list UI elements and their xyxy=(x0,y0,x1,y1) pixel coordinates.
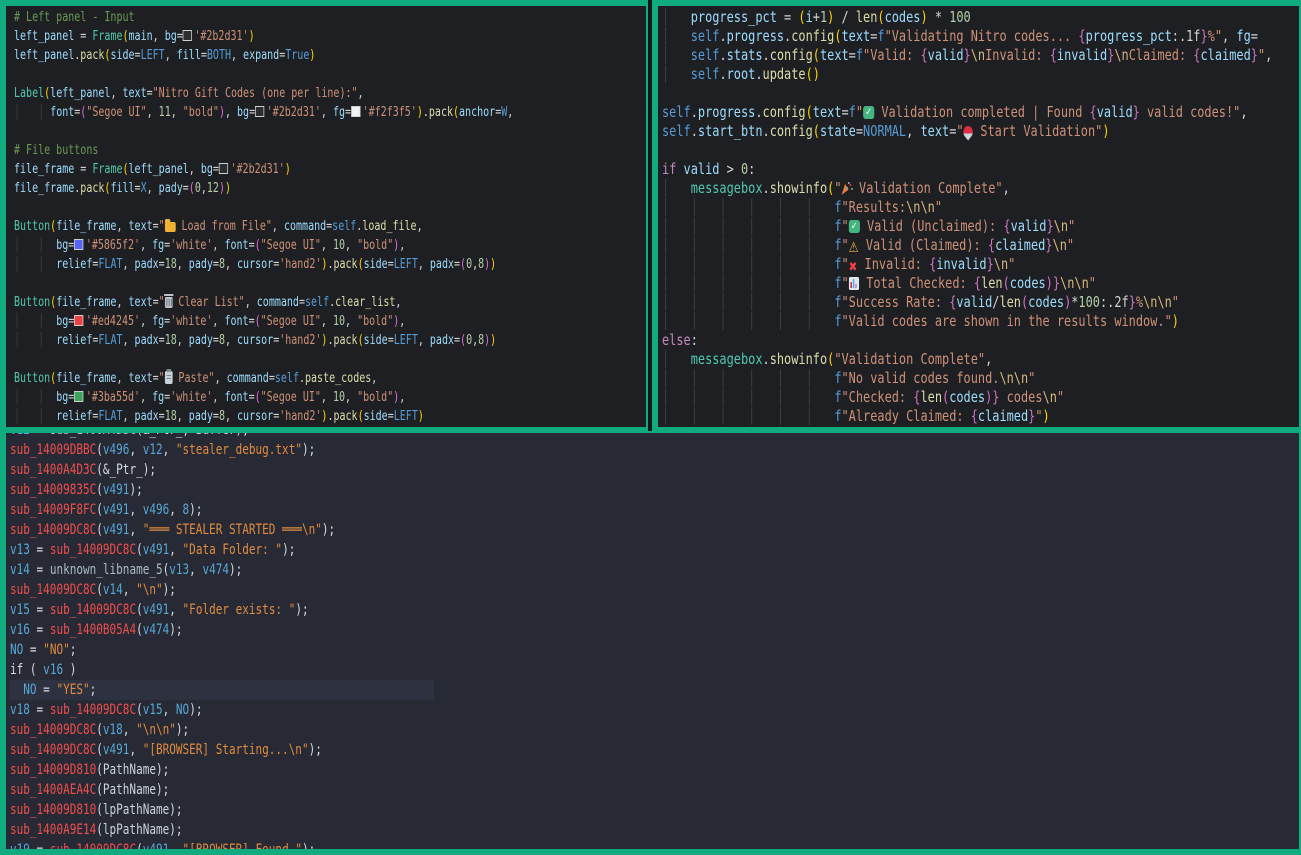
code-line: sub_14009F8FC(v491, v496, 8); xyxy=(10,500,990,520)
code-line: left_panel = Frame(main, bg='#2b2d31') xyxy=(14,27,501,46)
code-line xyxy=(14,198,501,217)
code-line: self.progress.config(text=f" Validation … xyxy=(662,103,1168,122)
code-line: │ │ │ │ │ │ f" Valid (Claimed): {claimed… xyxy=(662,236,1168,255)
code-line: │ │ │ │ │ │ f"Success Rate: {valid/len(c… xyxy=(662,293,1168,312)
clipboard-icon xyxy=(165,371,173,384)
code-line: │ │ bg='#3ba55d', fg='white', font=("Seg… xyxy=(14,388,501,407)
code-line: Button(file_frame, text=" Load from File… xyxy=(14,217,501,236)
code-line: sub_1400A9E14(lpPathName); xyxy=(10,820,990,840)
code-line: │ │ │ │ │ │ f"Already Claimed: {claimed}… xyxy=(662,407,1168,426)
code-line: │ │ relief=FLAT, padx=18, pady=8, cursor… xyxy=(14,255,501,274)
color-chip xyxy=(219,163,228,174)
code-line: v12 = sub_1400A4D3C(&_Ptr_, Buffer); xyxy=(10,433,990,440)
code-line: v13 = sub_14009DC8C(v491, "Data Folder: … xyxy=(10,540,990,560)
code-line: │ │ │ │ │ │ f" Invalid: {invalid}\n" xyxy=(662,255,1168,274)
check-icon xyxy=(849,220,860,233)
code-line: │ │ │ │ │ │ f"Valid codes are shown in t… xyxy=(662,312,1168,331)
code-line: sub_14009DC8C(v491, "[BROWSER] Starting.… xyxy=(10,740,990,760)
code-line: │ │ bg='#ed4245', fg='white', font=("Seg… xyxy=(14,312,501,331)
color-chip xyxy=(183,30,192,41)
code-line: v19 = sub_14009DC8C(v491, "[BROWSER] Fou… xyxy=(10,840,990,849)
code-line: │ │ │ │ │ │ f" Total Checked: {len(codes… xyxy=(662,274,1168,293)
code-line: Button(file_frame, text=" Paste", comman… xyxy=(14,369,501,388)
chart-icon xyxy=(849,277,859,290)
code-line xyxy=(14,350,501,369)
code-line: │ messagebox.showinfo(" Validation Compl… xyxy=(662,179,1168,198)
code-line: │ self.stats.config(text=f"Valid: {valid… xyxy=(662,46,1168,65)
code-line xyxy=(662,141,1168,160)
code-line: v16 = sub_1400B05A4(v474); xyxy=(10,620,990,640)
code-line: │ │ bg='#5865f2', fg='white', font=("Seg… xyxy=(14,236,501,255)
code-line: │ │ │ │ │ │ f"Results:\n\n" xyxy=(662,198,1168,217)
code-line: sub_14009DBBC(v496, v12, "stealer_debug.… xyxy=(10,440,990,460)
code-line: file_frame.pack(fill=X, pady=(0,12)) xyxy=(14,179,501,198)
code-line: │ self.progress.config(text=f"Validating… xyxy=(662,27,1168,46)
folder-icon xyxy=(165,222,176,232)
trash-icon xyxy=(165,297,173,308)
python-editor-right-pane[interactable]: │ progress_pct = (i+1) / len(codes) * 10… xyxy=(658,6,1299,427)
code-line: left_panel.pack(side=LEFT, fill=BOTH, ex… xyxy=(14,46,501,65)
panel-seam-divider xyxy=(648,0,652,431)
code-line: │ │ relief=FLAT, padx=18, pady=8, cursor… xyxy=(14,407,501,426)
color-chip xyxy=(351,106,360,117)
code-line: # File buttons xyxy=(14,141,501,160)
code-line: v18 = sub_14009DC8C(v15, NO); xyxy=(10,700,990,720)
code-line: Label(left_panel, text="Nitro Gift Codes… xyxy=(14,84,501,103)
code-line: sub_14009DC8C(v14, "\n"); xyxy=(10,580,990,600)
code-line: if ( v16 ) xyxy=(10,660,990,680)
code-line: sub_14009D810(lpPathName); xyxy=(10,800,990,820)
color-chip xyxy=(74,315,83,326)
code-line xyxy=(14,65,501,84)
code-line: v14 = unknown_libname_5(v13, v474); xyxy=(10,560,990,580)
code-line: │ progress_pct = (i+1) / len(codes) * 10… xyxy=(662,8,1168,27)
code-line: self.start_btn.config(state=NORMAL, text… xyxy=(662,122,1168,141)
code-line: # Left panel - Input xyxy=(14,8,501,27)
party-icon xyxy=(841,182,851,195)
color-chip xyxy=(74,239,83,250)
code-line: else: xyxy=(662,331,1168,350)
color-chip xyxy=(74,391,83,402)
check-icon xyxy=(863,106,874,119)
code-line: │ messagebox.showinfo("Validation Comple… xyxy=(662,350,1168,369)
code-line: │ │ font=("Segoe UI", 11, "bold"), bg='#… xyxy=(14,103,501,122)
code-line: sub_14009DC8C(v18, "\n\n"); xyxy=(10,720,990,740)
code-line xyxy=(14,274,501,293)
code-line: sub_14009835C(v491); xyxy=(10,480,990,500)
code-line: if valid > 0: xyxy=(662,160,1168,179)
code-line: NO = "NO"; xyxy=(10,640,990,660)
code-line: NO = "YES"; xyxy=(10,680,990,700)
decompiler-pseudocode-pane[interactable]: v12 = sub_1400A4D3C(&_Ptr_, Buffer); sub… xyxy=(6,433,1299,849)
python-editor-left-pane[interactable]: # Left panel - Inputleft_panel = Frame(m… xyxy=(6,6,646,427)
code-line: │ │ │ │ │ │ f"No valid codes found.\n\n" xyxy=(662,369,1168,388)
code-line: sub_1400AEA4C(PathName); xyxy=(10,780,990,800)
code-line: sub_1400A4D3C(&_Ptr_); xyxy=(10,460,990,480)
code-line xyxy=(14,122,501,141)
code-line: Button(file_frame, text=" Clear List", c… xyxy=(14,293,501,312)
screenshot-root: { "meta": { "accent_border_color": "#11a… xyxy=(0,0,1301,855)
clipped-code-line: v12 = sub_1400A4D3C(&_Ptr_, Buffer); xyxy=(10,433,1299,440)
code-line: │ │ │ │ │ │ f"Checked: {len(codes)} code… xyxy=(662,388,1168,407)
code-line: │ │ relief=FLAT, padx=18, pady=8, cursor… xyxy=(14,331,501,350)
code-line: sub_14009D810(PathName); xyxy=(10,760,990,780)
code-line: v15 = sub_14009DC8C(v491, "Folder exists… xyxy=(10,600,990,620)
code-line xyxy=(662,84,1168,103)
code-line: │ │ │ │ │ │ f" Valid (Unclaimed): {valid… xyxy=(662,217,1168,236)
color-chip xyxy=(255,106,264,117)
code-line: │ self.root.update() xyxy=(662,65,1168,84)
code-line: sub_14009DC8C(v491, "═══ STEALER STARTED… xyxy=(10,520,990,540)
code-line: file_frame = Frame(left_panel, bg='#2b2d… xyxy=(14,160,501,179)
